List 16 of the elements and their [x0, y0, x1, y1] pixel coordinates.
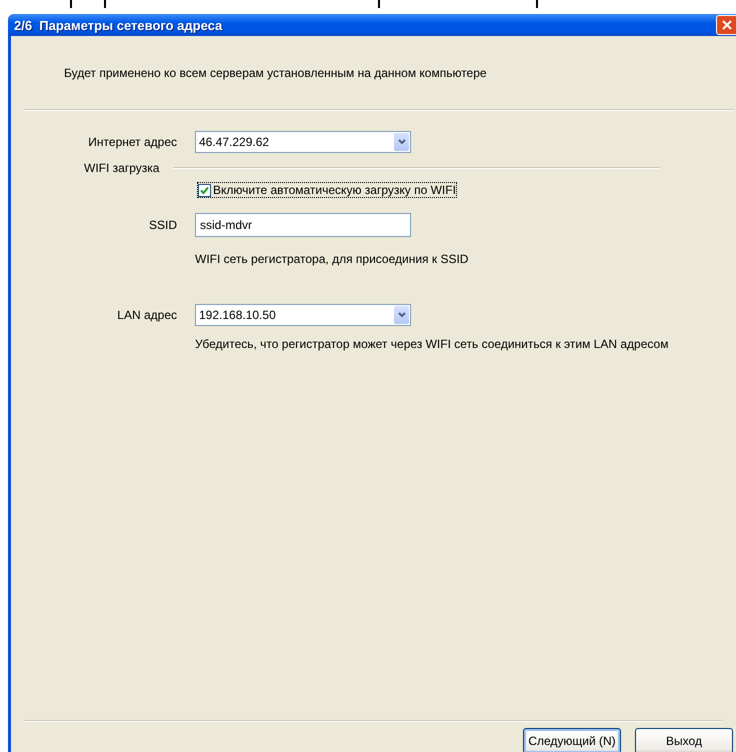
- close-icon: [722, 20, 732, 30]
- field-label: Интернет адрес: [87, 135, 177, 149]
- close-button[interactable]: [716, 15, 736, 35]
- lan-address-dropdown[interactable]: 192.168.10.50: [195, 304, 411, 326]
- dialog-button[interactable]: Следующий (N): [523, 728, 621, 752]
- intro-text: Будет применено ко всем серверам установленным на данном компьютере: [64, 66, 488, 80]
- hint-text: WIFI сеть регистратора, для присоединия к SSID: [195, 252, 470, 266]
- ssid-field[interactable]: ssid-mdvr: [195, 213, 411, 237]
- field-label: SSID: [148, 218, 177, 232]
- hint-text: Убедитесь, что регистратор может через WIFI сеть соединиться к этим LAN адресом: [195, 337, 670, 351]
- dialog-button[interactable]: Выход: [635, 728, 733, 752]
- auto-upload-checkbox[interactable]: Включите автоматическую загрузку по WIFI: [197, 182, 457, 198]
- address-dropdown[interactable]: 46.47.229.62: [195, 131, 411, 153]
- section-title: WIFI загрузка: [84, 161, 160, 175]
- field-label: LAN адрес: [116, 308, 177, 322]
- window-title: 2/6 Параметры сетевого адреса: [14, 18, 222, 32]
